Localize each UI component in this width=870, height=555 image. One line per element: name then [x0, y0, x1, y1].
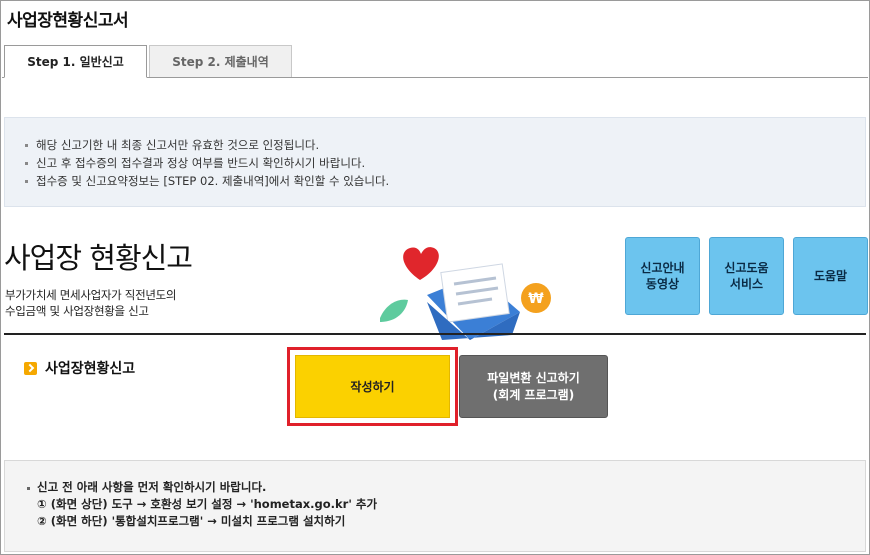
write-button[interactable]: 작성하기: [295, 355, 450, 418]
hero-desc-line: 부가가치세 면세사업자가 직전년도의: [5, 288, 177, 302]
section-heading: 사업장현황신고: [24, 358, 135, 378]
help-button[interactable]: 도움말: [793, 237, 868, 315]
notice-item: 접수증 및 신고요약정보는 [STEP 02. 제출내역]에서 확인할 수 있습…: [23, 172, 865, 190]
file-convert-submit-button[interactable]: 파일변환 신고하기 (회계 프로그램): [459, 355, 608, 418]
won-coin-icon: ₩: [521, 283, 551, 313]
instructions-step: ② (화면 하단) '통합설치프로그램' → 미설치 프로그램 설치하기: [37, 514, 346, 528]
video-guide-button[interactable]: 신고안내 동영상: [625, 237, 700, 315]
hero-illustration: ₩: [380, 247, 551, 340]
heart-icon: [403, 247, 439, 280]
notice-item: 해당 신고기한 내 최종 신고서만 유효한 것으로 인정됩니다.: [23, 136, 865, 154]
hero-title: 사업장 현황신고: [4, 241, 193, 275]
page-title: 사업장현황신고서: [7, 11, 129, 31]
svg-text:₩: ₩: [528, 291, 544, 307]
filing-help-service-button[interactable]: 신고도움 서비스: [709, 237, 784, 315]
hero-desc-line: 수입금액 및 사업장현황을 신고: [5, 304, 149, 318]
tab-step2[interactable]: Step 2. 제출내역: [149, 45, 292, 77]
leaf-icon: [380, 299, 408, 322]
notice-item: 신고 후 접수증의 접수결과 정상 여부를 반드시 확인하시기 바랍니다.: [23, 154, 865, 172]
notice-box: 해당 신고기한 내 최종 신고서만 유효한 것으로 인정됩니다. 신고 후 접수…: [4, 117, 866, 207]
section-divider: [4, 333, 866, 335]
tab-step1[interactable]: Step 1. 일반신고: [4, 45, 147, 78]
arrow-bullet-icon: [24, 361, 37, 375]
section-heading-text: 사업장현황신고: [45, 361, 136, 377]
instructions-box: 신고 전 아래 사항을 먼저 확인하시기 바랍니다. ① (화면 상단) 도구 …: [4, 460, 866, 552]
instructions-step: ① (화면 상단) 도구 → 호환성 보기 설정 → 'hometax.go.k…: [37, 497, 378, 511]
instructions-intro: 신고 전 아래 사항을 먼저 확인하시기 바랍니다.: [25, 479, 865, 496]
hero-description: 부가가치세 면세사업자가 직전년도의 수입금액 및 사업장현황을 신고: [5, 287, 177, 319]
envelope-icon: [427, 263, 520, 340]
